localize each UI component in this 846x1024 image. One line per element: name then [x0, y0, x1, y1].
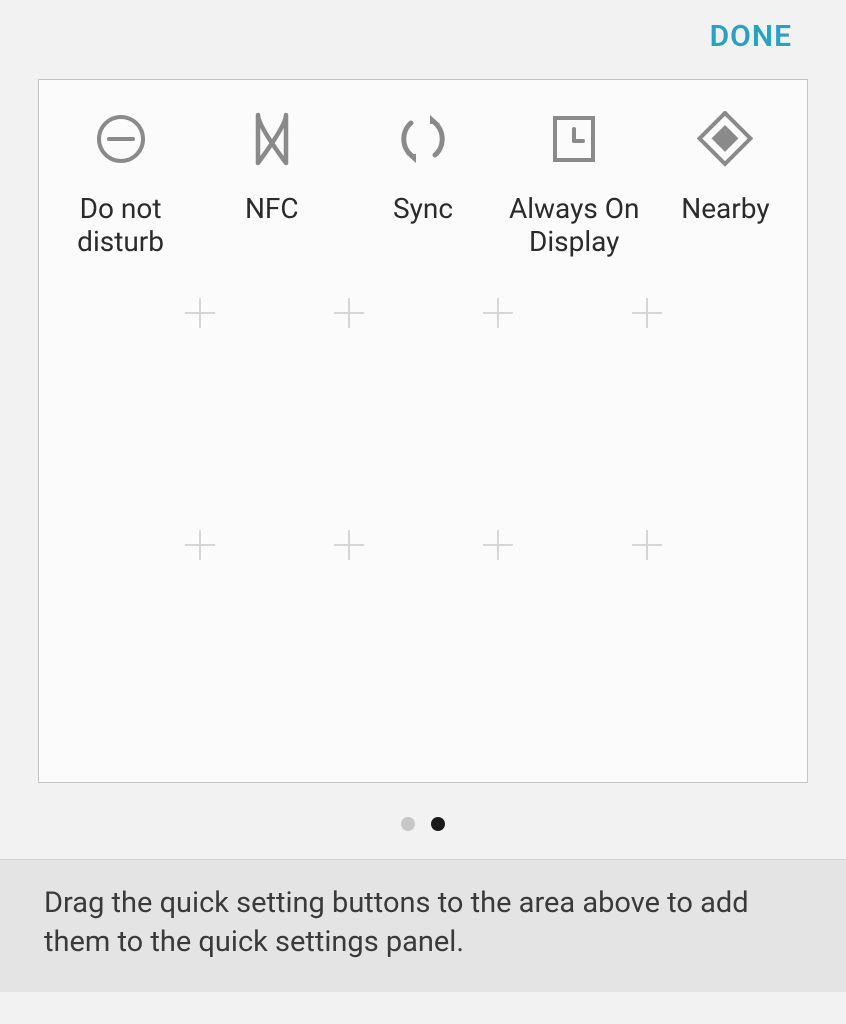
empty-slot[interactable] — [423, 298, 572, 530]
empty-slot[interactable] — [572, 298, 721, 530]
tile-sync[interactable]: Sync — [347, 98, 498, 298]
plus-icon — [334, 530, 364, 560]
tile-nfc[interactable]: NFC — [196, 98, 347, 298]
tile-do-not-disturb[interactable]: Do not disturb — [45, 98, 196, 298]
empty-slot[interactable] — [274, 298, 423, 530]
instruction-text: Drag the quick setting buttons to the ar… — [44, 884, 802, 962]
tile-label: Nearby — [681, 192, 769, 225]
quick-settings-edit-panel: Do not disturb NFC Sync — [38, 79, 808, 783]
do-not-disturb-icon — [90, 108, 152, 170]
empty-slot[interactable] — [274, 530, 423, 762]
page-dot-active[interactable] — [431, 817, 445, 831]
sync-icon — [392, 108, 454, 170]
done-button[interactable]: DONE — [704, 18, 798, 55]
plus-icon — [483, 530, 513, 560]
empty-row — [45, 298, 801, 530]
empty-slot[interactable] — [423, 530, 572, 762]
empty-slot[interactable] — [125, 298, 274, 530]
tile-label: Sync — [393, 192, 453, 225]
nearby-icon — [694, 108, 756, 170]
top-bar: DONE — [0, 0, 846, 69]
tile-row: Do not disturb NFC Sync — [45, 98, 801, 298]
plus-icon — [632, 530, 662, 560]
instruction-bar: Drag the quick setting buttons to the ar… — [0, 859, 846, 992]
tile-nearby[interactable]: Nearby — [650, 98, 801, 298]
plus-icon — [632, 298, 662, 328]
empty-row — [45, 530, 801, 762]
empty-slot[interactable] — [572, 530, 721, 762]
empty-slot[interactable] — [125, 530, 274, 762]
plus-icon — [185, 298, 215, 328]
page-dot[interactable] — [401, 817, 415, 831]
plus-icon — [483, 298, 513, 328]
plus-icon — [185, 530, 215, 560]
tile-label: Always On Display — [500, 192, 648, 258]
tile-always-on-display[interactable]: Always On Display — [499, 98, 650, 298]
page-indicator — [0, 783, 846, 859]
always-on-display-icon — [543, 108, 605, 170]
tile-label: Do not disturb — [47, 192, 195, 258]
plus-icon — [334, 298, 364, 328]
nfc-icon — [241, 108, 303, 170]
tile-label: NFC — [245, 192, 299, 225]
